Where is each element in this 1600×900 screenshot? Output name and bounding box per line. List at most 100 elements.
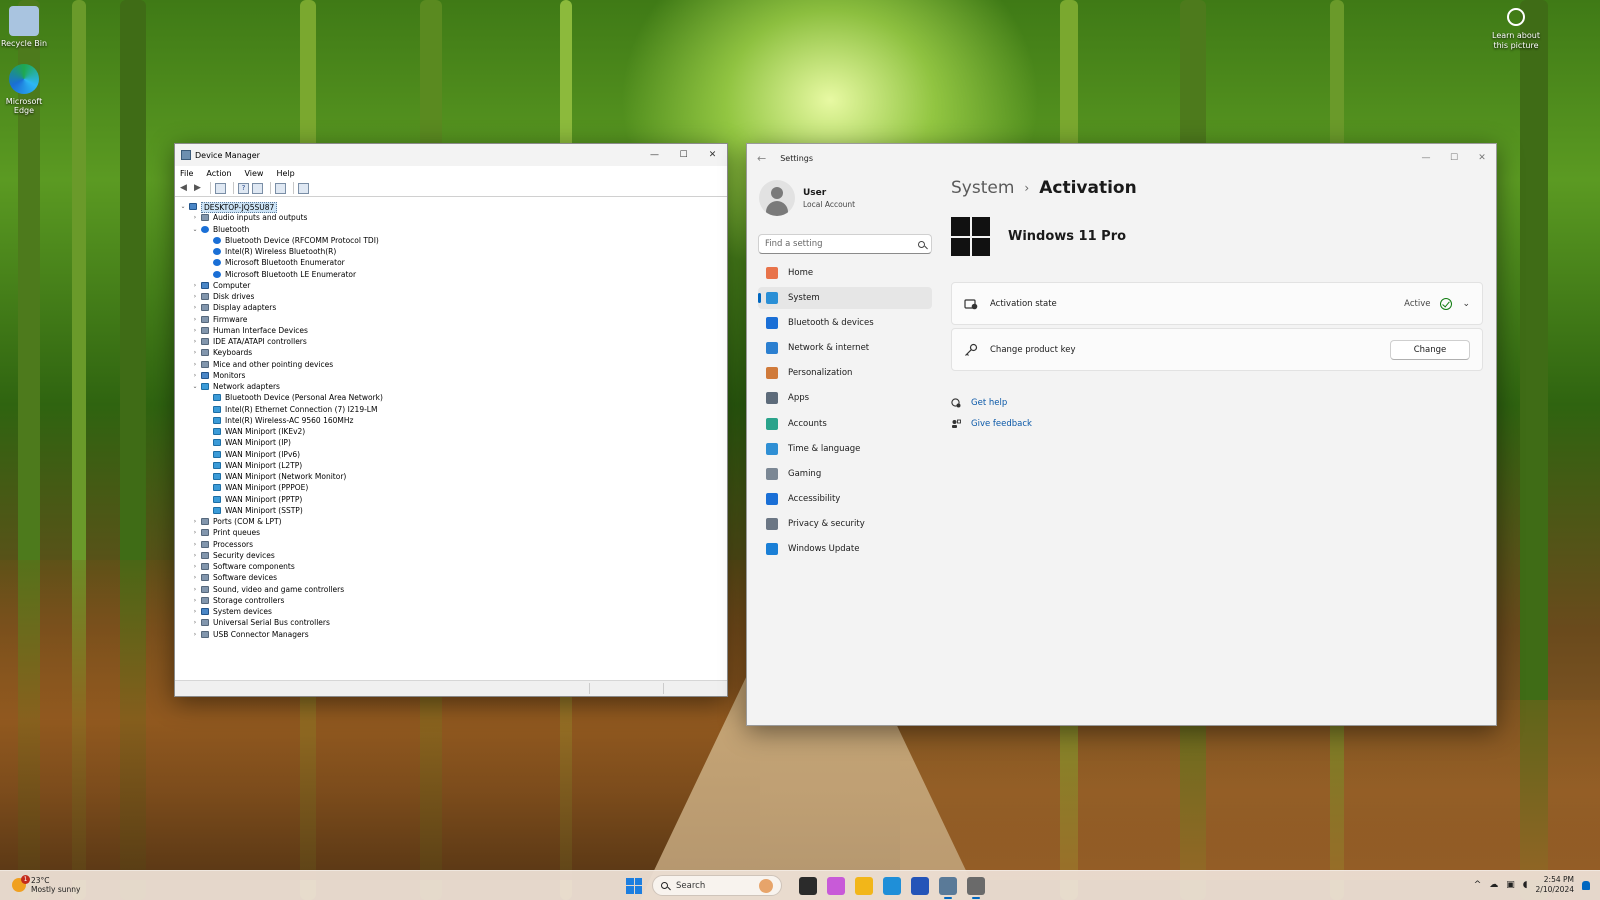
tree-category[interactable]: › Print queues [175, 527, 727, 538]
nav-item-system[interactable]: System [758, 287, 932, 310]
tree-category[interactable]: › Universal Serial Bus controllers [175, 617, 727, 628]
chevron-down-icon[interactable]: ⌄ [191, 381, 199, 392]
nav-item-home[interactable]: Home [758, 262, 932, 284]
nav-item-privacy-security[interactable]: Privacy & security [758, 513, 932, 535]
chevron-right-icon[interactable]: › [191, 347, 199, 358]
help-icon[interactable]: ? [238, 182, 249, 194]
tree-device[interactable]: WAN Miniport (IPv6) [175, 449, 727, 460]
nav-item-bluetooth-devices[interactable]: Bluetooth & devices [758, 312, 932, 334]
user-profile[interactable]: User Local Account [759, 180, 855, 216]
chevron-right-icon[interactable]: › [191, 617, 199, 628]
tree-device[interactable]: WAN Miniport (SSTP) [175, 505, 727, 516]
device-manager-icon[interactable] [939, 876, 957, 899]
chevron-right-icon[interactable]: › [191, 280, 199, 291]
tree-category[interactable]: › Processors [175, 539, 727, 550]
give-feedback-link[interactable]: Give feedback [951, 419, 1032, 429]
menu-action[interactable]: Action [206, 169, 231, 178]
back-arrow-icon[interactable]: ◀ [178, 183, 189, 194]
tree-category[interactable]: › Disk drives [175, 291, 727, 302]
tree-category[interactable]: › Software components [175, 561, 727, 572]
chevron-right-icon[interactable]: › [191, 302, 199, 313]
nav-item-time-language[interactable]: Time & language [758, 438, 932, 460]
tree-category[interactable]: › USB Connector Managers [175, 629, 727, 640]
settings-icon[interactable] [967, 876, 985, 899]
tree-category[interactable]: › Security devices [175, 550, 727, 561]
settings-search-input[interactable] [765, 239, 918, 249]
forward-arrow-icon[interactable]: ▶ [192, 183, 203, 194]
menu-file[interactable]: File [180, 169, 193, 178]
nav-item-accounts[interactable]: Accounts [758, 413, 932, 435]
chevron-down-icon[interactable]: ⌄ [179, 201, 187, 212]
chevron-right-icon[interactable]: › [191, 629, 199, 640]
tree-category[interactable]: › Monitors [175, 370, 727, 381]
tree-category[interactable]: › Firmware [175, 314, 727, 325]
copilot-icon[interactable] [827, 876, 845, 895]
chevron-right-icon[interactable]: › [191, 584, 199, 595]
minimize-button[interactable]: — [640, 145, 669, 165]
tree-device[interactable]: WAN Miniport (IP) [175, 437, 727, 448]
scan-hardware-icon[interactable] [275, 182, 286, 194]
tree-device[interactable]: WAN Miniport (Network Monitor) [175, 471, 727, 482]
task-view-icon[interactable] [799, 876, 817, 895]
tree-category[interactable]: › System devices [175, 606, 727, 617]
desktop-icon-edge[interactable]: Microsoft Edge [0, 64, 48, 115]
tree-device[interactable]: WAN Miniport (PPTP) [175, 494, 727, 505]
clock[interactable]: 2:54 PM 2/10/2024 [1536, 875, 1574, 895]
file-explorer-icon[interactable] [855, 876, 873, 895]
tree-device[interactable]: WAN Miniport (L2TP) [175, 460, 727, 471]
tree-device[interactable]: WAN Miniport (IKEv2) [175, 426, 727, 437]
nav-item-apps[interactable]: Apps [758, 387, 932, 409]
tree-category[interactable]: › Sound, video and game controllers [175, 584, 727, 595]
chevron-down-icon[interactable]: ⌄ [191, 224, 199, 235]
tree-category[interactable]: › Human Interface Devices [175, 325, 727, 336]
tree-device[interactable]: WAN Miniport (PPPOE) [175, 482, 727, 493]
nav-item-personalization[interactable]: Personalization [758, 362, 932, 384]
get-help-link[interactable]: Get help [951, 398, 1007, 408]
chevron-right-icon[interactable]: › [191, 539, 199, 550]
chevron-up-icon[interactable]: ^ [1474, 880, 1482, 890]
tree-category[interactable]: › Keyboards [175, 347, 727, 358]
chevron-right-icon[interactable]: › [191, 595, 199, 606]
close-button[interactable]: ✕ [698, 145, 727, 165]
device-manager-titlebar[interactable]: Device Manager — ☐ ✕ [175, 144, 727, 166]
activation-state-card[interactable]: Activation state Active ⌄ [951, 282, 1483, 325]
nav-item-gaming[interactable]: Gaming [758, 463, 932, 485]
tree-category[interactable]: › Audio inputs and outputs [175, 212, 727, 223]
chevron-right-icon[interactable]: › [191, 550, 199, 561]
tree-category[interactable]: › Ports (COM & LPT) [175, 516, 727, 527]
view-icon[interactable] [252, 182, 263, 194]
chevron-right-icon[interactable]: › [191, 572, 199, 583]
chevron-right-icon[interactable]: › [191, 527, 199, 538]
breadcrumb-parent[interactable]: System [951, 178, 1014, 198]
tree-device[interactable]: Microsoft Bluetooth Enumerator [175, 257, 727, 268]
chevron-right-icon[interactable]: › [191, 212, 199, 223]
tree-category[interactable]: › IDE ATA/ATAPI controllers [175, 336, 727, 347]
chevron-right-icon[interactable]: › [191, 370, 199, 381]
tree-device[interactable]: Bluetooth Device (RFCOMM Protocol TDI) [175, 235, 727, 246]
chevron-right-icon[interactable]: › [191, 336, 199, 347]
chevron-right-icon[interactable]: › [191, 359, 199, 370]
tree-device[interactable]: Intel(R) Ethernet Connection (7) I219-LM [175, 404, 727, 415]
tree-category[interactable]: ⌄ Bluetooth [175, 224, 727, 235]
monitor-icon[interactable] [298, 182, 309, 194]
chevron-down-icon[interactable]: ⌄ [1462, 299, 1470, 309]
cloud-icon[interactable]: ☁ [1489, 880, 1498, 890]
tree-device[interactable]: Intel(R) Wireless-AC 9560 160MHz [175, 415, 727, 426]
maximize-button[interactable]: ☐ [669, 145, 698, 165]
store-icon[interactable] [911, 876, 929, 895]
back-arrow-icon[interactable]: ← [757, 152, 766, 165]
nav-item-network-internet[interactable]: Network & internet [758, 337, 932, 359]
edge-icon[interactable] [883, 876, 901, 895]
chevron-right-icon[interactable]: › [191, 314, 199, 325]
settings-search-box[interactable] [758, 234, 932, 254]
desktop-icon-recycle-bin[interactable]: Recycle Bin [0, 6, 48, 48]
tree-category[interactable]: › Display adapters [175, 302, 727, 313]
start-button[interactable] [626, 877, 642, 894]
taskbar-search[interactable]: Search [652, 875, 782, 896]
notification-bell-icon[interactable] [1582, 880, 1590, 890]
tree-device[interactable]: Bluetooth Device (Personal Area Network) [175, 392, 727, 403]
tree-category[interactable]: › Software devices [175, 572, 727, 583]
learn-about-picture[interactable]: Learn about this picture [1488, 8, 1544, 51]
minimize-button[interactable]: — [1412, 148, 1440, 168]
chevron-right-icon[interactable]: › [191, 516, 199, 527]
